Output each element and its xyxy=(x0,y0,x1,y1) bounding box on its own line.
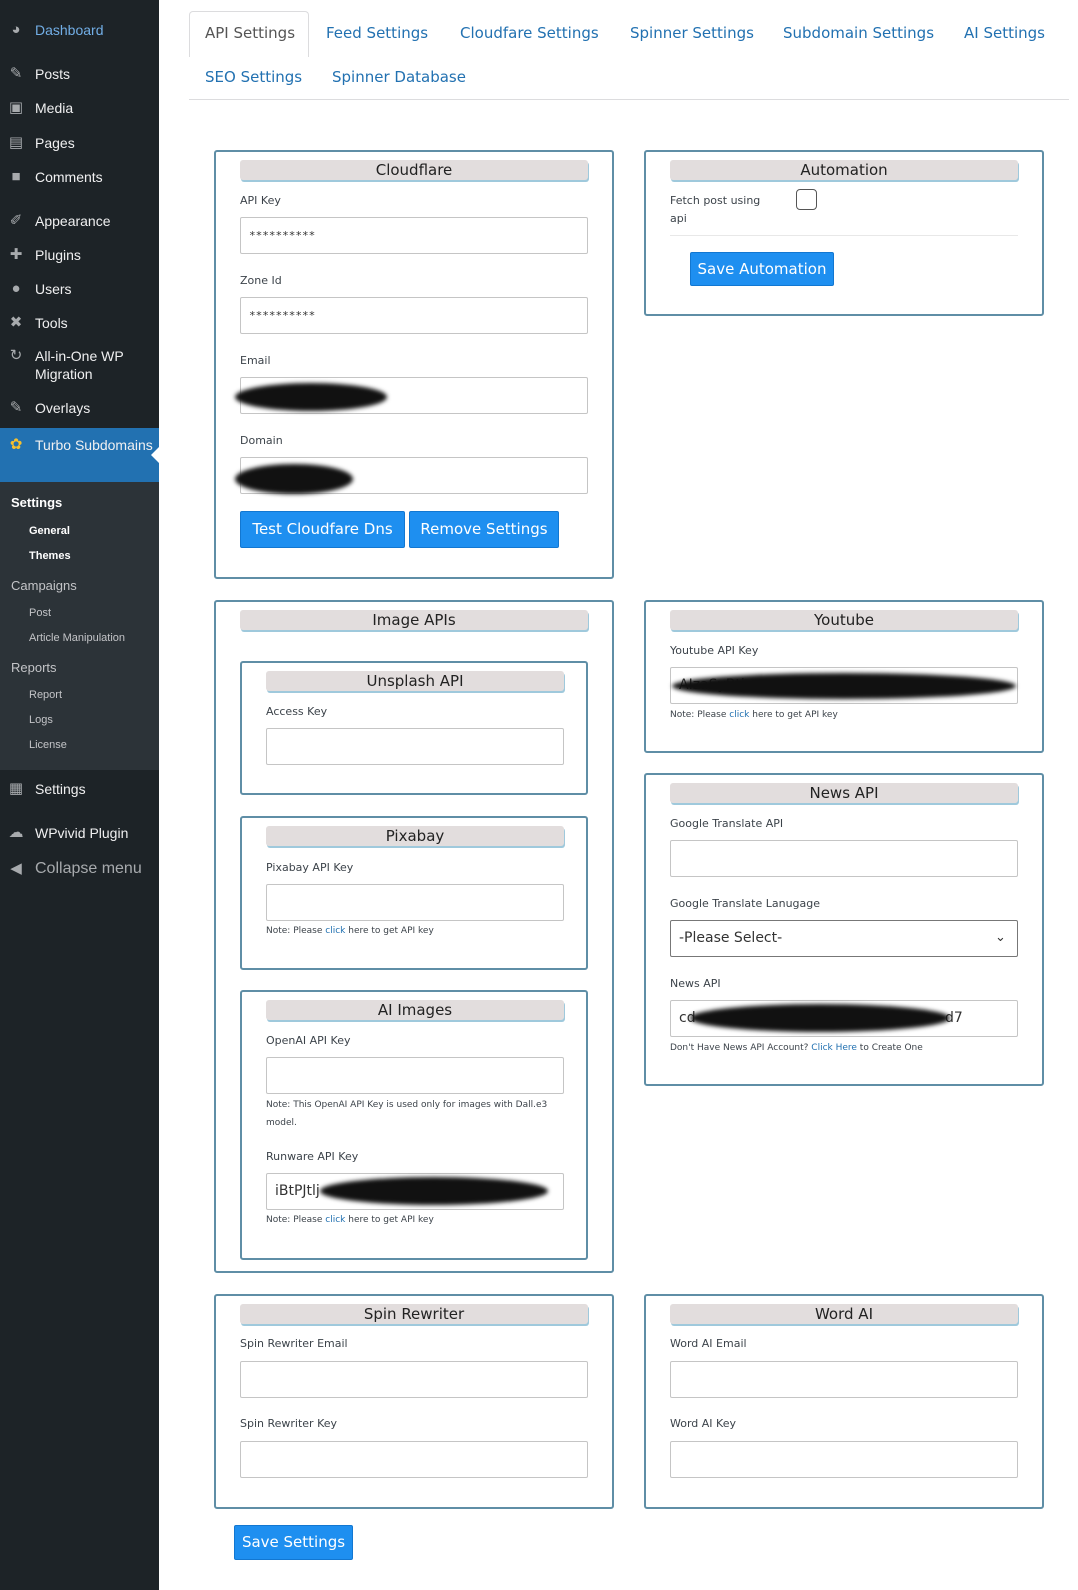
turbo-logo-icon: ✿ xyxy=(9,436,23,453)
user-icon: ● xyxy=(11,280,21,297)
openai-api-key-input[interactable] xyxy=(266,1057,564,1094)
redaction-scribble xyxy=(690,1004,950,1032)
spin-rewriter-email-label: Spin Rewriter Email xyxy=(240,1337,348,1350)
save-settings-button[interactable]: Save Settings xyxy=(234,1525,353,1560)
submenu-general[interactable]: General xyxy=(29,525,70,537)
pixabay-note: Note: Please click here to get API key xyxy=(266,926,434,936)
automation-title: Automation xyxy=(670,160,1018,180)
youtube-title: Youtube xyxy=(670,610,1018,630)
cloudflare-api-key-input[interactable]: ********** xyxy=(240,217,588,254)
chevron-down-icon: ⌄ xyxy=(995,930,1006,945)
tab-spinner-settings[interactable]: Spinner Settings xyxy=(630,24,754,42)
submenu-campaigns[interactable]: Campaigns xyxy=(11,578,77,593)
pin-icon: ✎ xyxy=(9,65,23,82)
save-automation-button[interactable]: Save Automation xyxy=(690,252,834,286)
tab-cloudfare-settings[interactable]: Cloudfare Settings xyxy=(460,24,599,42)
tab-spinner-database[interactable]: Spinner Database xyxy=(332,68,466,86)
ai-images-title: AI Images xyxy=(266,1000,564,1020)
runware-key-label: Runware API Key xyxy=(266,1150,359,1163)
google-translate-api-input[interactable] xyxy=(670,840,1018,877)
pixabay-title: Pixabay xyxy=(266,826,564,846)
fetch-post-label: Fetch post using xyxy=(670,194,761,207)
word-ai-email-input[interactable] xyxy=(670,1361,1018,1398)
openai-key-label: OpenAI API Key xyxy=(266,1034,351,1047)
fetch-post-label-line2: api xyxy=(670,212,687,225)
translate-language-select[interactable]: -Please Select- xyxy=(670,920,1018,957)
news-click-here-link[interactable]: Click Here xyxy=(811,1043,857,1053)
submenu-article-manipulation[interactable]: Article Manipulation xyxy=(29,632,125,644)
runware-click-link[interactable]: click xyxy=(325,1215,345,1225)
api-key-label: API Key xyxy=(240,194,281,207)
collapse-arrow-icon: ◀ xyxy=(10,860,22,877)
wrench-icon: ✖ xyxy=(9,314,23,331)
tab-ai-settings[interactable]: AI Settings xyxy=(964,24,1045,42)
submenu-report[interactable]: Report xyxy=(29,689,62,701)
pixabay-key-label: Pixabay API Key xyxy=(266,861,354,874)
image-apis-title: Image APIs xyxy=(240,610,588,630)
test-cloudfare-dns-button[interactable]: Test Cloudfare Dns xyxy=(240,511,405,548)
spin-rewriter-key-label: Spin Rewriter Key xyxy=(240,1417,338,1430)
pixabay-api-key-input[interactable] xyxy=(266,884,564,921)
zone-id-input[interactable]: ********** xyxy=(240,297,588,334)
google-translate-label: Google Translate API xyxy=(670,817,784,830)
fetch-post-checkbox[interactable] xyxy=(796,189,817,210)
settings-sliders-icon: ▦ xyxy=(8,780,24,797)
tab-subdomain-settings[interactable]: Subdomain Settings xyxy=(783,24,934,42)
submenu-license[interactable]: License xyxy=(29,739,67,751)
openai-note: Note: This OpenAI API Key is used only f… xyxy=(266,1100,548,1110)
redaction-scribble xyxy=(235,464,353,494)
submenu-post[interactable]: Post xyxy=(29,607,51,619)
tab-seo-settings[interactable]: SEO Settings xyxy=(205,68,302,86)
tab-feed-settings[interactable]: Feed Settings xyxy=(326,24,428,42)
domain-label: Domain xyxy=(240,434,283,447)
paintbrush-icon: ✐ xyxy=(9,212,23,229)
spin-rewriter-title: Spin Rewriter xyxy=(240,1304,588,1324)
redaction-scribble xyxy=(320,1177,548,1205)
submenu-settings-heading[interactable]: Settings xyxy=(11,495,62,510)
tab-api-settings[interactable]: API Settings xyxy=(205,24,295,42)
submenu-themes[interactable]: Themes xyxy=(29,550,71,562)
migration-icon: ↻ xyxy=(9,347,23,364)
media-icon: ▣ xyxy=(8,99,24,116)
news-api-title: News API xyxy=(670,783,1018,803)
unsplash-title: Unsplash API xyxy=(266,671,564,691)
automation-divider xyxy=(670,235,1018,236)
youtube-note: Note: Please click here to get API key xyxy=(670,710,838,720)
settings-tabs xyxy=(189,10,1069,100)
admin-sidebar: ◕ Dashboard ✎ Posts ▣ Media ▤ Pages ■ Co… xyxy=(0,0,159,1590)
unsplash-access-key-input[interactable] xyxy=(266,728,564,765)
translate-language-label: Google Translate Lanugage xyxy=(670,897,821,910)
pixabay-click-link[interactable]: click xyxy=(325,926,345,936)
youtube-key-label: Youtube API Key xyxy=(670,644,759,657)
runware-note: Note: Please click here to get API key xyxy=(266,1215,434,1225)
dashboard-icon: ◕ xyxy=(11,21,21,38)
pages-icon: ▤ xyxy=(8,134,24,151)
spin-rewriter-email-input[interactable] xyxy=(240,1361,588,1398)
pin-icon: ✎ xyxy=(9,399,23,416)
plugins-icon: ✚ xyxy=(9,246,23,263)
submenu-logs[interactable]: Logs xyxy=(29,714,53,726)
email-label: Email xyxy=(240,354,271,367)
word-ai-key-label: Word AI Key xyxy=(670,1417,736,1430)
submenu-reports[interactable]: Reports xyxy=(11,660,57,675)
zone-id-label: Zone Id xyxy=(240,274,282,287)
cloud-icon: ☁ xyxy=(8,824,24,841)
spin-rewriter-key-input[interactable] xyxy=(240,1441,588,1478)
news-api-label: News API xyxy=(670,977,721,990)
remove-settings-button[interactable]: Remove Settings xyxy=(409,511,559,548)
redaction-scribble xyxy=(235,383,387,411)
news-api-note: Don't Have News API Account? Click Here … xyxy=(670,1043,923,1053)
word-ai-title: Word AI xyxy=(670,1304,1018,1324)
youtube-click-link[interactable]: click xyxy=(729,710,749,720)
cloudflare-title: Cloudflare xyxy=(240,160,588,180)
access-key-label: Access Key xyxy=(266,705,328,718)
word-ai-email-label: Word AI Email xyxy=(670,1337,747,1350)
word-ai-key-input[interactable] xyxy=(670,1441,1018,1478)
redaction-scribble xyxy=(672,673,1016,699)
comments-icon: ■ xyxy=(11,168,21,185)
openai-note-line2: model. xyxy=(266,1118,297,1128)
submenu-panel xyxy=(0,482,159,770)
